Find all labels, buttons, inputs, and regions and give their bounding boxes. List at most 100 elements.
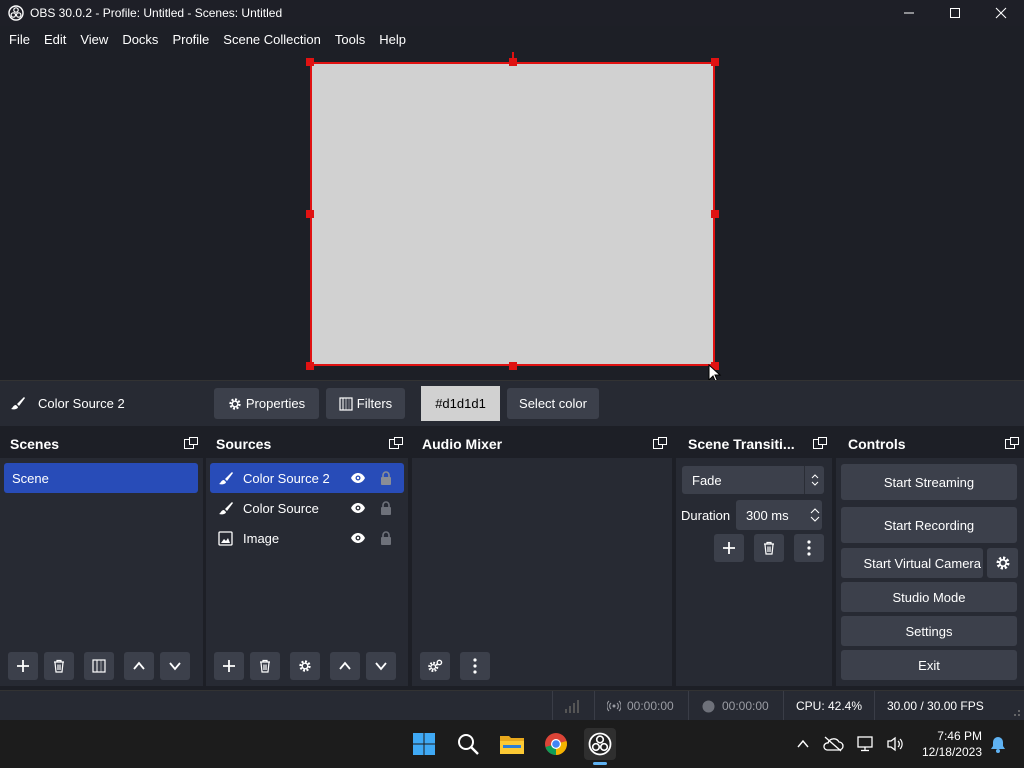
start-streaming-button[interactable]: Start Streaming — [841, 464, 1017, 500]
undock-icon[interactable] — [812, 436, 828, 452]
source-properties-button[interactable] — [290, 652, 320, 680]
resize-handle-right[interactable] — [711, 210, 719, 218]
preview-area[interactable] — [0, 52, 1024, 380]
menu-docks[interactable]: Docks — [115, 26, 165, 54]
more-vertical-icon — [473, 658, 477, 674]
lock-toggle[interactable] — [376, 531, 396, 545]
chevron-up-icon — [339, 661, 351, 670]
resize-handle-bottom-left[interactable] — [306, 362, 314, 370]
lock-icon — [381, 531, 391, 545]
gear-icon — [229, 397, 241, 410]
obs-taskbar-button[interactable] — [584, 728, 616, 760]
undock-icon[interactable] — [652, 436, 668, 452]
minimize-button[interactable] — [886, 0, 932, 26]
eye-icon — [351, 503, 365, 513]
resize-handle-top-right[interactable] — [711, 58, 719, 66]
remove-source-button[interactable] — [250, 652, 280, 680]
menu-profile[interactable]: Profile — [165, 26, 216, 54]
chevron-down-icon — [375, 662, 387, 671]
properties-button[interactable]: Properties — [214, 388, 319, 419]
scene-item[interactable]: Scene — [4, 463, 198, 493]
add-source-button[interactable] — [214, 652, 244, 680]
settings-button[interactable]: Settings — [841, 616, 1017, 646]
controls-dock: Controls Start Streaming Start Recording… — [836, 430, 1024, 686]
search-button[interactable] — [452, 728, 484, 760]
controls-dock-header: Controls — [836, 430, 1024, 458]
windows-logo-icon — [413, 733, 435, 755]
visibility-toggle[interactable] — [348, 502, 368, 514]
close-button[interactable] — [978, 0, 1024, 26]
move-source-down-button[interactable] — [366, 652, 396, 680]
rotation-handle[interactable] — [512, 52, 514, 62]
gear-icon — [299, 660, 311, 672]
lock-toggle[interactable] — [376, 501, 396, 515]
scene-transitions-dock-header: Scene Transiti... — [676, 430, 832, 458]
start-button[interactable] — [408, 728, 440, 760]
obs-logo-icon — [8, 5, 24, 21]
remove-transition-button[interactable] — [754, 534, 784, 562]
exit-button[interactable]: Exit — [841, 650, 1017, 680]
audio-settings-button[interactable] — [420, 652, 450, 680]
start-recording-button[interactable]: Start Recording — [841, 507, 1017, 543]
move-scene-down-button[interactable] — [160, 652, 190, 680]
resize-grip-icon[interactable] — [1011, 707, 1021, 717]
spin-up-icon[interactable] — [810, 507, 820, 514]
speaker-icon[interactable] — [886, 736, 904, 752]
menu-file[interactable]: File — [2, 26, 37, 54]
visibility-toggle[interactable] — [348, 532, 368, 544]
file-explorer-button[interactable] — [496, 728, 528, 760]
sources-title: Sources — [216, 436, 272, 452]
trash-icon — [54, 659, 64, 673]
maximize-button[interactable] — [932, 0, 978, 26]
select-arrows-icon — [811, 474, 818, 486]
menu-help[interactable]: Help — [372, 26, 413, 54]
cloud-off-icon[interactable] — [822, 736, 844, 752]
select-color-button[interactable]: Select color — [507, 388, 599, 419]
source-item[interactable]: Color Source — [210, 493, 404, 523]
resize-handle-top-left[interactable] — [306, 58, 314, 66]
undock-icon[interactable] — [388, 436, 404, 452]
menu-edit[interactable]: Edit — [37, 26, 73, 54]
trash-icon — [764, 541, 774, 555]
chrome-button[interactable] — [540, 728, 572, 760]
transition-select[interactable]: Fade — [682, 466, 824, 494]
menu-view[interactable]: View — [73, 26, 115, 54]
lock-toggle[interactable] — [376, 471, 396, 485]
start-virtual-camera-button[interactable]: Start Virtual Camera — [841, 548, 983, 578]
clock-time: 7:46 PM — [937, 729, 982, 743]
move-scene-up-button[interactable] — [124, 652, 154, 680]
brush-icon — [219, 472, 233, 485]
title-bar: OBS 30.0.2 - Profile: Untitled - Scenes:… — [0, 0, 1024, 26]
transition-menu-button[interactable] — [794, 534, 824, 562]
menu-tools[interactable]: Tools — [328, 26, 372, 54]
source-item[interactable]: Color Source 2 — [210, 463, 404, 493]
spin-down-icon[interactable] — [810, 516, 820, 523]
resize-handle-left[interactable] — [306, 210, 314, 218]
remove-scene-button[interactable] — [44, 652, 74, 680]
filters-button[interactable]: Filters — [326, 388, 405, 419]
undock-icon[interactable] — [183, 436, 199, 452]
controls-title: Controls — [848, 436, 906, 452]
menu-scene-collection[interactable]: Scene Collection — [216, 26, 328, 54]
chevron-up-icon[interactable] — [796, 737, 810, 751]
undock-icon[interactable] — [1004, 436, 1020, 452]
audio-menu-button[interactable] — [460, 652, 490, 680]
scene-transitions-dock: Scene Transiti... Fade Duration 300 ms — [676, 430, 832, 686]
add-scene-button[interactable] — [8, 652, 38, 680]
network-icon[interactable] — [856, 736, 874, 752]
plus-icon — [223, 660, 235, 672]
visibility-toggle[interactable] — [348, 472, 368, 484]
audio-mixer-dock-header: Audio Mixer — [412, 430, 672, 458]
system-clock[interactable]: 7:46 PM 12/18/2023 — [922, 728, 982, 760]
resize-handle-bottom[interactable] — [509, 362, 517, 370]
selected-source-canvas[interactable] — [310, 62, 715, 366]
move-source-up-button[interactable] — [330, 652, 360, 680]
add-transition-button[interactable] — [714, 534, 744, 562]
source-item[interactable]: Image — [210, 523, 404, 553]
duration-spinbox[interactable]: 300 ms — [736, 500, 822, 530]
studio-mode-button[interactable]: Studio Mode — [841, 582, 1017, 612]
trash-icon — [260, 659, 270, 673]
scene-filters-button[interactable] — [84, 652, 114, 680]
notification-bell-icon[interactable] — [990, 736, 1006, 753]
virtual-camera-settings-button[interactable] — [987, 548, 1018, 578]
